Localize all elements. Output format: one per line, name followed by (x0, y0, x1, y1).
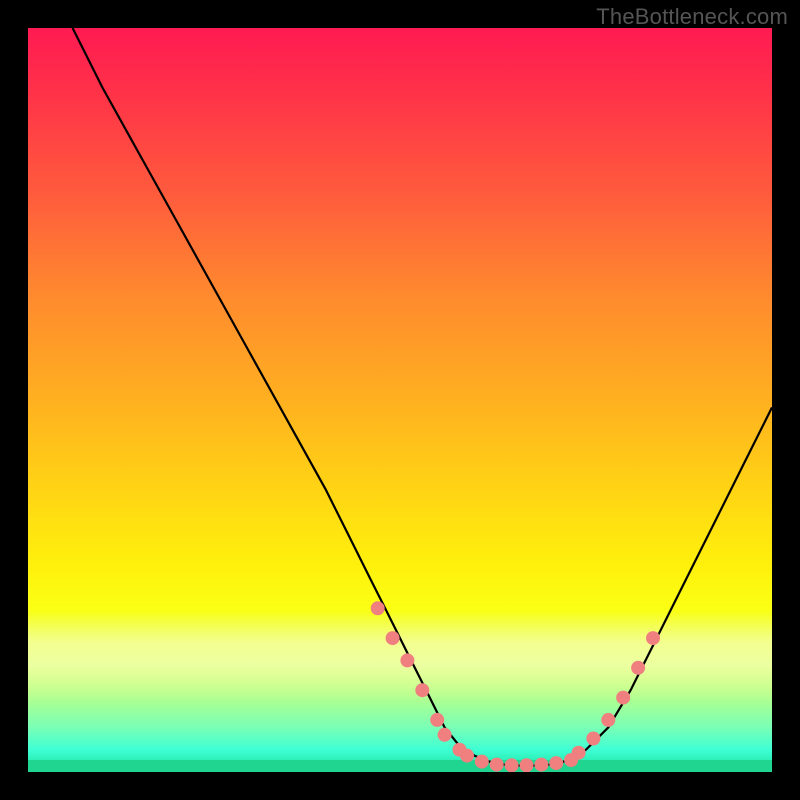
watermark-text: TheBottleneck.com (596, 4, 788, 30)
plot-area (28, 28, 772, 772)
curve-marker (646, 631, 660, 645)
chart-svg (28, 28, 772, 772)
curve-marker (371, 601, 385, 615)
curve-markers (371, 601, 660, 772)
curve-marker (549, 756, 563, 770)
curve-marker (505, 758, 519, 772)
curve-marker (386, 631, 400, 645)
curve-marker (616, 691, 630, 705)
curve-marker (400, 653, 414, 667)
bottleneck-curve (73, 28, 772, 766)
curve-marker (520, 758, 534, 772)
curve-marker (415, 683, 429, 697)
curve-marker (438, 728, 452, 742)
curve-marker (586, 732, 600, 746)
curve-marker (460, 749, 474, 763)
curve-marker (631, 661, 645, 675)
chart-frame: TheBottleneck.com (0, 0, 800, 800)
curve-marker (430, 713, 444, 727)
curve-marker (601, 713, 615, 727)
curve-marker (490, 758, 504, 772)
curve-marker (572, 746, 586, 760)
curve-marker (534, 758, 548, 772)
curve-marker (475, 755, 489, 769)
